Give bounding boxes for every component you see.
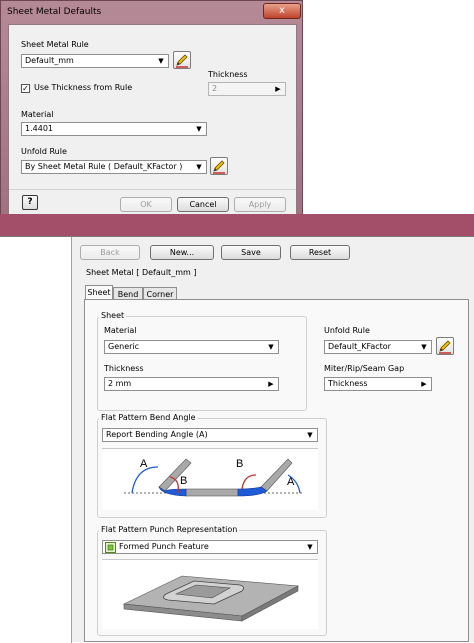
ok-button[interactable]: OK [120,197,172,212]
sheet-metal-defaults-dialog: Sheet Metal Defaults x Sheet Metal Rule … [0,0,303,238]
new-button[interactable]: New... [150,245,214,260]
gap-select[interactable]: Thickness ▶ [324,377,432,391]
material-label: Material [104,326,137,335]
angle-b-right-label: B [236,458,243,470]
thickness-value: 2 mm [108,379,132,388]
gap-label: Miter/Rip/Seam Gap [324,364,405,373]
bend-angle-diagram: A B B A [102,448,318,510]
material-select[interactable]: Generic ▼ [104,340,279,354]
sheet-metal-rule-select[interactable]: Default_mm ▼ [21,54,169,68]
standard-title: Sheet Metal [ Default_mm ] [86,268,197,277]
angle-b-right-arc [241,474,257,490]
help-button[interactable]: ? [22,195,38,210]
unfold-rule-select[interactable]: By Sheet Metal Rule ( Default_KFactor ) … [21,160,207,174]
chevron-down-icon: ▼ [307,431,313,439]
sheet-metal-rule-value: Default_mm [25,56,74,65]
gap-value: Thickness [328,379,368,388]
chevron-down-icon: ▼ [158,57,164,65]
thickness-label: Thickness [104,364,144,373]
pencil-icon [176,54,188,68]
reset-button[interactable]: Reset [290,245,350,260]
thickness-label: Thickness [208,70,248,79]
angle-a-left-label: A [140,458,148,470]
angle-a-right-label: A [287,476,295,488]
cancel-button[interactable]: Cancel [177,197,229,212]
back-button[interactable]: Back [80,245,140,260]
material-select[interactable]: 1.4401 ▼ [21,122,207,136]
material-value: 1.4401 [25,124,53,133]
sheet-group-title: Sheet [99,311,127,320]
chevron-down-icon: ▼ [196,125,202,133]
pencil-icon [213,160,225,174]
formed-punch-icon [105,542,116,553]
chevron-down-icon: ▼ [268,343,274,351]
angle-a-left-arc [131,466,159,494]
unfold-rule-label: Unfold Rule [324,326,370,335]
chevron-down-icon: ▼ [421,343,427,351]
flat-segment [185,488,239,497]
material-label: Material [21,110,54,119]
punch-representation-select[interactable]: Formed Punch Feature ▼ [102,540,318,554]
thickness-value: 2 [212,84,218,93]
chevron-right-icon: ▶ [275,85,281,93]
angle-b-left-label: B [180,475,187,487]
punch-preview-svg [122,575,300,622]
chevron-down-icon: ▼ [307,543,313,551]
unfold-rule-value: By Sheet Metal Rule ( Default_KFactor ) [25,162,183,171]
chevron-right-icon: ▶ [421,380,427,388]
pencil-icon [439,340,451,354]
bend-angle-group-title: Flat Pattern Bend Angle [99,413,198,422]
sheet-tab-panel: Sheet Material Generic ▼ Thickness 2 mm … [84,299,469,642]
dialog-client: Sheet Metal Rule Default_mm ▼ ✓ Use Thic… [8,24,297,216]
save-button[interactable]: Save [221,245,281,260]
unfold-rule-value: Default_KFactor [328,342,391,351]
bend-angle-select[interactable]: Report Bending Angle (A) ▼ [102,428,318,442]
thickness-input[interactable]: 2 mm ▶ [104,377,279,391]
edit-sheet-metal-rule-button[interactable] [173,51,191,69]
divider [9,189,296,190]
edit-unfold-rule-button[interactable] [210,157,228,175]
style-tree-pane[interactable] [0,237,72,643]
chevron-down-icon: ▼ [196,163,202,171]
bend-angle-svg: A B B A [124,458,302,497]
chevron-right-icon: ▶ [268,380,274,388]
apply-button[interactable]: Apply [234,197,286,212]
unfold-rule-label: Unfold Rule [21,147,67,156]
dialog-title: Sheet Metal Defaults [7,7,102,17]
material-value: Generic [108,342,140,351]
bend-angle-value: Report Bending Angle (A) [106,430,208,439]
close-button[interactable]: x [263,3,301,19]
sheet-metal-rule-label: Sheet Metal Rule [21,40,89,49]
thickness-input[interactable]: 2 ▶ [208,82,286,96]
use-thickness-label: Use Thickness from Rule [34,83,133,92]
unfold-rule-select[interactable]: Default_KFactor ▼ [324,340,432,354]
use-thickness-checkbox[interactable]: ✓ [21,84,30,93]
edit-unfold-rule-button[interactable] [436,337,454,355]
punch-preview [102,559,318,629]
punch-group-title: Flat Pattern Punch Representation [99,525,240,534]
punch-representation-value: Formed Punch Feature [119,542,209,551]
